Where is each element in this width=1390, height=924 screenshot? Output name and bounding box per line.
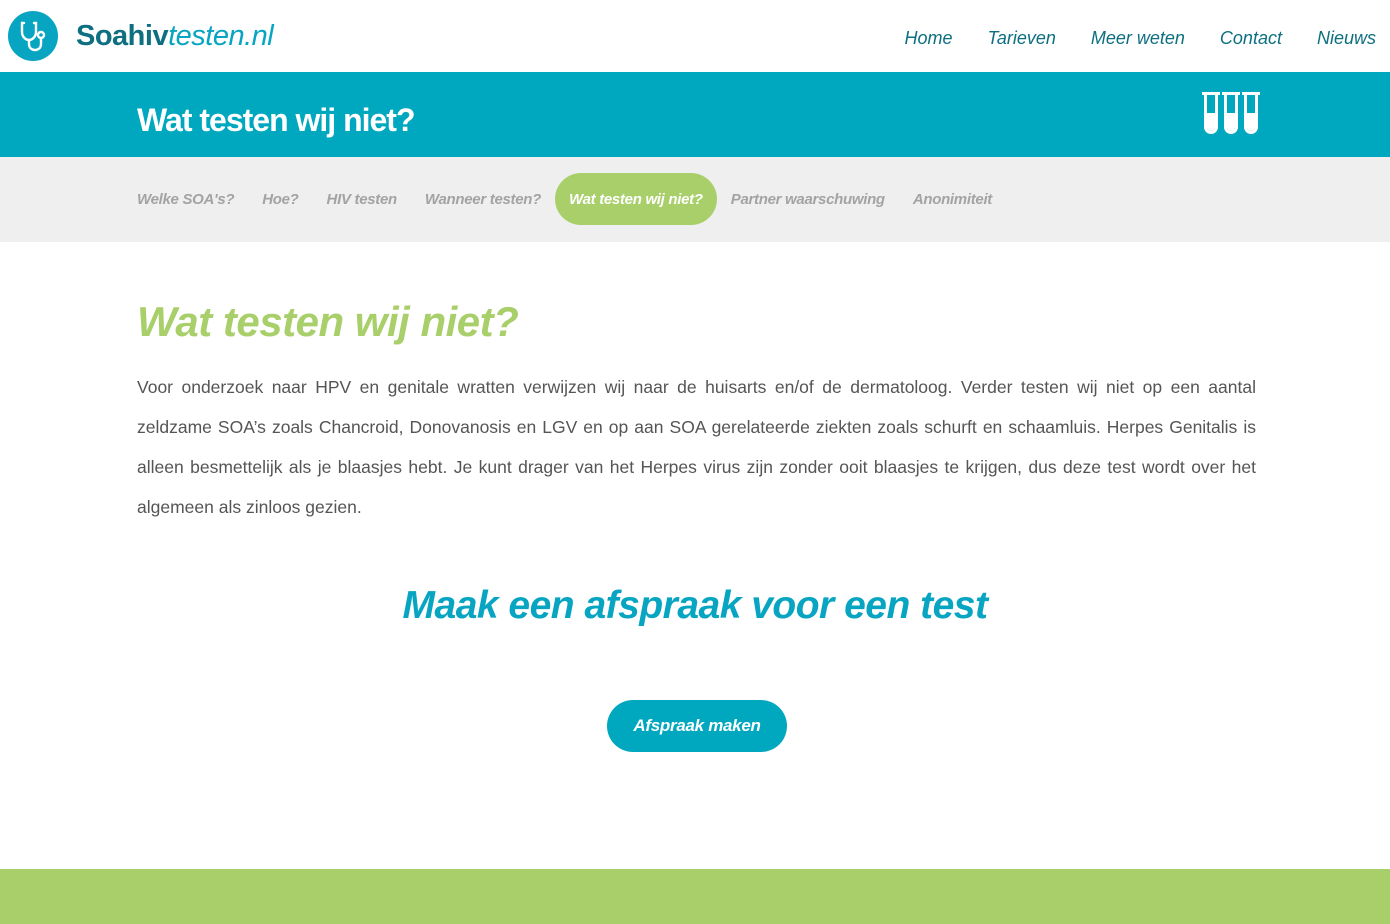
- test-tubes-icon: [1202, 92, 1260, 134]
- subnav-item-partner-waarschuwing[interactable]: Partner waarschuwing: [717, 173, 899, 225]
- nav-nieuws[interactable]: Nieuws: [1317, 26, 1376, 50]
- nav-home[interactable]: Home: [904, 26, 952, 50]
- sub-nav-list: Welke SOA's? Hoe? HIV testen Wanneer tes…: [123, 173, 1006, 225]
- cta-heading: Maak een afspraak voor een test: [402, 584, 988, 627]
- subnav-item-welke-soas[interactable]: Welke SOA's?: [123, 173, 248, 225]
- test-tube-icon: [1222, 92, 1240, 134]
- nav-tarieven[interactable]: Tarieven: [987, 26, 1055, 50]
- logo-wordmark: Soahivtesten.nl: [76, 19, 274, 53]
- page-title: Wat testen wij niet?: [137, 102, 415, 138]
- nav-meer-weten[interactable]: Meer weten: [1091, 26, 1185, 50]
- stethoscope-icon: [8, 11, 58, 61]
- logo-italic-text: testen.nl: [168, 19, 274, 52]
- subnav-item-anonimiteit[interactable]: Anonimiteit: [899, 173, 1006, 225]
- page-title-band: Wat testen wij niet?: [0, 72, 1390, 157]
- logo-bold-text: Soahiv: [76, 19, 169, 52]
- sub-nav: Welke SOA's? Hoe? HIV testen Wanneer tes…: [0, 157, 1390, 242]
- test-tube-icon: [1242, 92, 1260, 134]
- main-nav: Home Tarieven Meer weten Contact Nieuws: [869, 26, 1376, 50]
- subnav-item-wat-testen-wij-niet[interactable]: Wat testen wij niet?: [555, 173, 717, 225]
- content-body: Voor onderzoek naar HPV en genitale wrat…: [137, 377, 1256, 517]
- footer-band: [0, 869, 1390, 924]
- subnav-item-wanneer-testen[interactable]: Wanneer testen?: [411, 173, 555, 225]
- test-tube-icon: [1202, 92, 1220, 134]
- nav-contact[interactable]: Contact: [1220, 26, 1282, 50]
- subnav-item-hoe[interactable]: Hoe?: [248, 173, 312, 225]
- site-logo[interactable]: Soahivtesten.nl: [8, 11, 274, 61]
- site-header: Soahivtesten.nl Home Tarieven Meer weten…: [0, 0, 1390, 72]
- afspraak-maken-button[interactable]: Afspraak maken: [607, 700, 787, 752]
- content-heading: Wat testen wij niet?: [137, 298, 519, 345]
- subnav-item-hiv-testen[interactable]: HIV testen: [313, 173, 411, 225]
